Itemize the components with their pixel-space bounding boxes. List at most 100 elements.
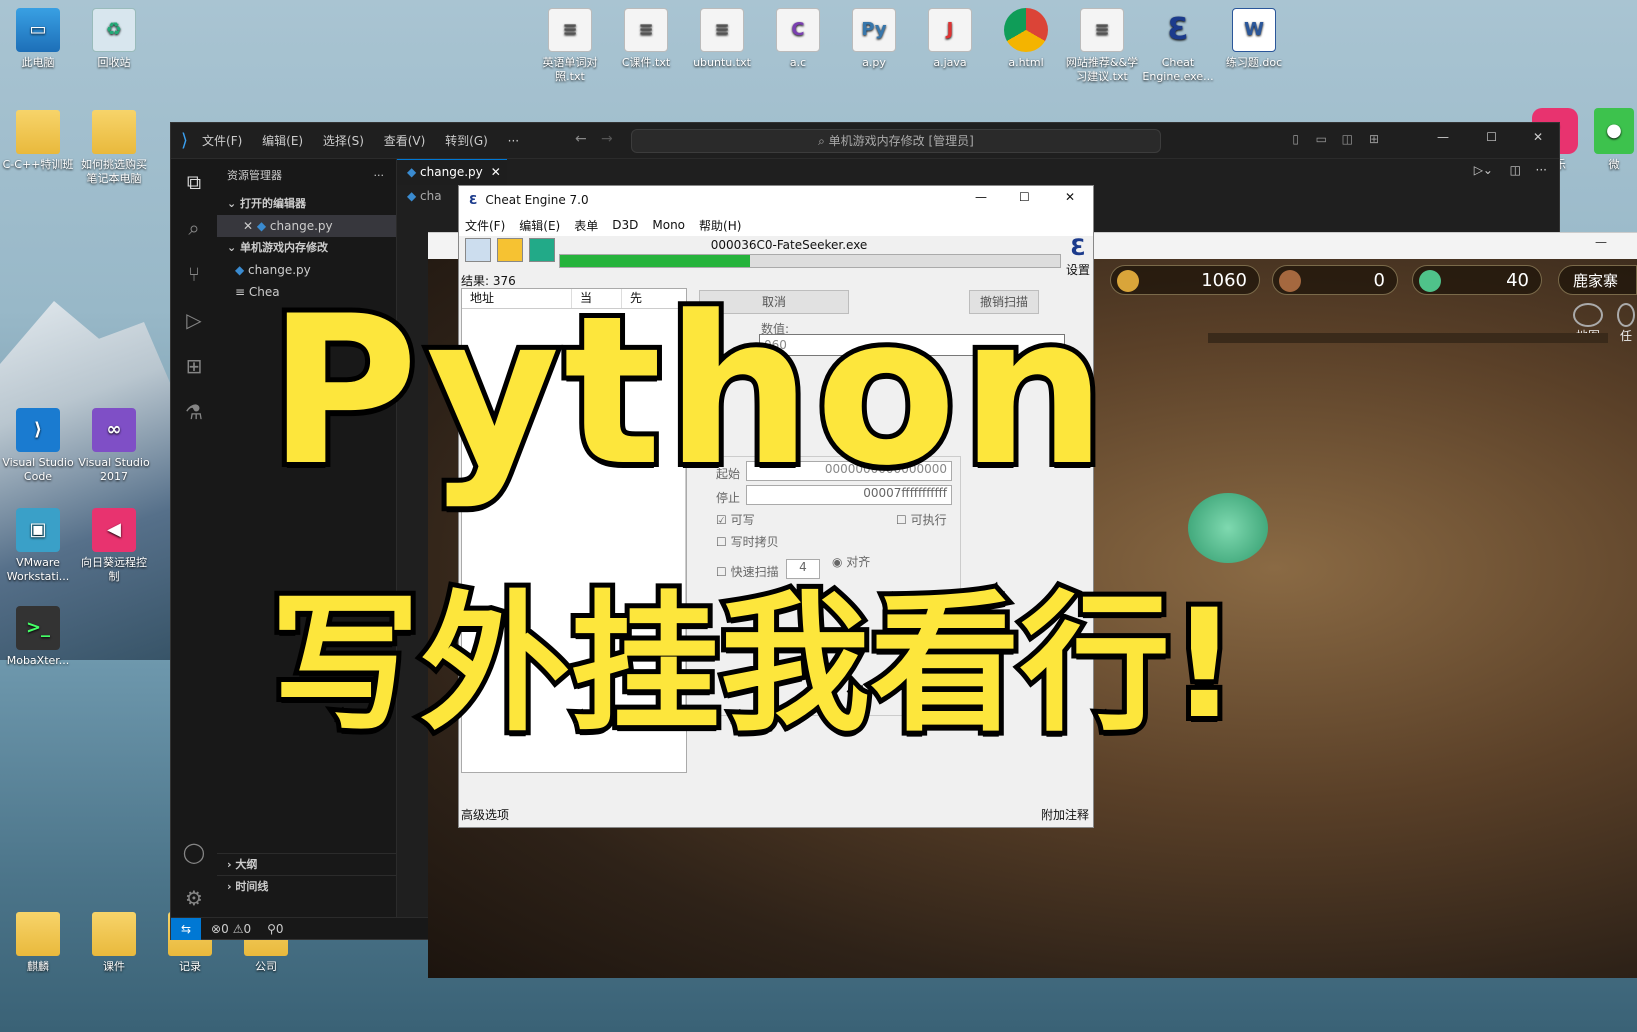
desktop-icon-vscode[interactable]: ⟩Visual Studio Code xyxy=(0,408,76,484)
tab-change-py[interactable]: ◆ change.py✕ xyxy=(397,159,507,185)
split-editor-icon[interactable]: ◫ xyxy=(1510,163,1521,177)
word-doc-icon: W xyxy=(1232,8,1276,52)
desktop-icon-this-pc[interactable]: ▭此电脑 xyxy=(0,8,76,70)
cheat-engine-icon: Ɛ xyxy=(469,193,477,207)
account-icon[interactable]: ◯ xyxy=(171,829,217,875)
menu-view[interactable]: 查看(V) xyxy=(384,134,426,148)
close-icon[interactable]: ✕ xyxy=(491,165,501,179)
jade-icon xyxy=(1419,270,1441,292)
back-arrow-icon[interactable]: ← xyxy=(575,131,587,147)
advanced-options-link[interactable]: 高级选项 xyxy=(461,806,509,823)
outline-header[interactable]: › 大纲 xyxy=(217,853,396,875)
close-icon[interactable]: ✕ xyxy=(1533,130,1543,144)
search-icon: ⌕ xyxy=(818,134,829,148)
ce-menu-file[interactable]: 文件(F) xyxy=(465,217,505,234)
ports-count[interactable]: 0 xyxy=(276,922,284,936)
vscode-logo-icon: ⟩ xyxy=(181,130,188,151)
open-file-icon[interactable] xyxy=(497,238,523,262)
open-editors-header[interactable]: ⌄ 打开的编辑器 xyxy=(217,193,396,215)
minimize-icon[interactable]: — xyxy=(975,190,987,204)
executable-checkbox[interactable]: ☐ 可执行 xyxy=(896,511,947,528)
explorer-icon[interactable]: ⧉ xyxy=(171,159,217,205)
maximize-icon[interactable]: ☐ xyxy=(1019,190,1030,204)
add-comment-link[interactable]: 附加注释 xyxy=(1041,806,1089,823)
run-icon[interactable]: ▷⌄ xyxy=(1474,163,1493,177)
vscode-icon: ⟩ xyxy=(16,408,60,452)
desktop-icon-recycle-bin[interactable]: ♻回收站 xyxy=(76,8,152,70)
save-icon[interactable] xyxy=(529,238,555,262)
menu-go[interactable]: 转到(G) xyxy=(445,134,488,148)
menu-more[interactable]: ··· xyxy=(508,134,519,148)
menu-file[interactable]: 文件(F) xyxy=(202,134,242,148)
desktop-icon-vmware[interactable]: ▣VMware Workstati... xyxy=(0,508,76,584)
toggle-sidebar-icon[interactable]: ▯ xyxy=(1292,132,1299,146)
toggle-panel-icon[interactable]: ▭ xyxy=(1316,132,1327,146)
desktop-icon-a-py[interactable]: Pya.py xyxy=(836,8,912,70)
desktop-icon-website-txt[interactable]: ≡网站推荐&&学习建议.txt xyxy=(1064,8,1140,84)
desktop-icon-c-course-txt[interactable]: ≡C课件.txt xyxy=(608,8,684,70)
remote-icon[interactable]: ⇆ xyxy=(171,918,201,940)
text-file-icon: ≡ xyxy=(700,8,744,52)
game-shelf xyxy=(1208,333,1608,343)
overlay-subtitle: 写外挂我看行! xyxy=(270,575,1238,755)
ce-menu-table[interactable]: 表单 xyxy=(574,217,598,234)
close-icon[interactable]: ✕ xyxy=(1065,190,1075,204)
desktop-icon-exercise-doc[interactable]: W练习题.doc xyxy=(1216,8,1292,70)
more-actions-icon[interactable]: ··· xyxy=(1536,163,1547,177)
desktop-icon-c-cpp-course[interactable]: C-C++特训班 xyxy=(0,110,76,172)
warning-count[interactable]: 0 xyxy=(243,922,251,936)
settings-button[interactable]: Ɛ设置 xyxy=(1063,236,1093,278)
toggle-secondary-icon[interactable]: ◫ xyxy=(1342,132,1353,146)
folder-icon xyxy=(92,110,136,154)
desktop-icon-a-c[interactable]: Ca.c xyxy=(760,8,836,70)
desktop-icon-a-java[interactable]: Ja.java xyxy=(912,8,988,70)
desktop-icon-visual-studio[interactable]: ∞Visual Studio 2017 xyxy=(76,408,152,484)
command-center[interactable]: ⌕ 单机游戏内存修改 [管理员] xyxy=(631,129,1161,153)
folder-header[interactable]: ⌄ 单机游戏内存修改 xyxy=(217,237,396,259)
minimize-icon[interactable]: — xyxy=(1595,235,1607,249)
desktop-icon-qilin[interactable]: 麒麟 xyxy=(0,912,76,974)
ce-menu-d3d[interactable]: D3D xyxy=(612,218,638,232)
run-debug-icon[interactable]: ▷ xyxy=(171,297,217,343)
align-radio[interactable]: ◉ 对齐 xyxy=(832,553,870,570)
select-process-icon[interactable] xyxy=(465,238,491,262)
task-button[interactable]: 任 xyxy=(1616,303,1636,344)
desktop-icon-ubuntu-txt[interactable]: ≡ubuntu.txt xyxy=(684,8,760,70)
ce-menu-mono[interactable]: Mono xyxy=(652,218,685,232)
close-icon[interactable]: ✕ xyxy=(243,219,257,233)
layout-icon[interactable]: ⊞ xyxy=(1369,132,1379,146)
open-editor-item[interactable]: ✕ ◆ change.py xyxy=(217,215,396,237)
desktop-icon-english-txt[interactable]: ≡英语单词对照.txt xyxy=(532,8,608,84)
forward-arrow-icon[interactable]: → xyxy=(601,131,613,147)
more-actions-icon[interactable]: ··· xyxy=(374,159,385,193)
copper-counter: 0 xyxy=(1272,265,1398,295)
menu-edit[interactable]: 编辑(E) xyxy=(262,134,303,148)
testing-icon[interactable]: ⚗ xyxy=(171,389,217,435)
copy-on-write-checkbox[interactable]: ☐ 写时拷贝 xyxy=(716,533,779,550)
python-icon: ◆ xyxy=(257,219,270,233)
text-file-icon: ≡ xyxy=(624,8,668,52)
search-icon[interactable]: ⌕ xyxy=(171,205,217,251)
desktop-icon-cheat-engine[interactable]: ƐCheat Engine.exe... xyxy=(1140,8,1216,84)
desktop-icon-courseware[interactable]: 课件 xyxy=(76,912,152,974)
desktop-icon-a-html[interactable]: a.html xyxy=(988,8,1064,70)
process-name: 000036C0-FateSeeker.exe xyxy=(559,238,1019,252)
minimize-icon[interactable]: — xyxy=(1437,130,1449,144)
timeline-header[interactable]: › 时间线 xyxy=(217,875,396,897)
maximize-icon[interactable]: ☐ xyxy=(1486,130,1497,144)
error-count[interactable]: 0 xyxy=(221,922,229,936)
desktop-icon-sunlogin[interactable]: ◀向日葵远程控制 xyxy=(76,508,152,584)
extensions-icon[interactable]: ⊞ xyxy=(171,343,217,389)
desktop-icon-mobaxterm[interactable]: >_MobaXter... xyxy=(0,606,76,668)
menu-selection[interactable]: 选择(S) xyxy=(323,134,364,148)
ce-menu-help[interactable]: 帮助(H) xyxy=(699,217,741,234)
desktop-icon-laptop-guide[interactable]: 如何挑选购买笔记本电脑 xyxy=(76,110,152,186)
overlay-title-python: Python xyxy=(268,282,1110,502)
terminal-icon: >_ xyxy=(16,606,60,650)
writable-checkbox[interactable]: ☑ 可写 xyxy=(716,511,755,528)
ce-menu-edit[interactable]: 编辑(E) xyxy=(519,217,560,234)
source-control-icon[interactable]: ⑂ xyxy=(171,251,217,297)
desktop-icon-wechat[interactable]: ●微 xyxy=(1592,108,1636,172)
gear-icon[interactable]: ⚙ xyxy=(171,875,217,921)
breadcrumb[interactable]: ◆ cha xyxy=(407,189,442,203)
